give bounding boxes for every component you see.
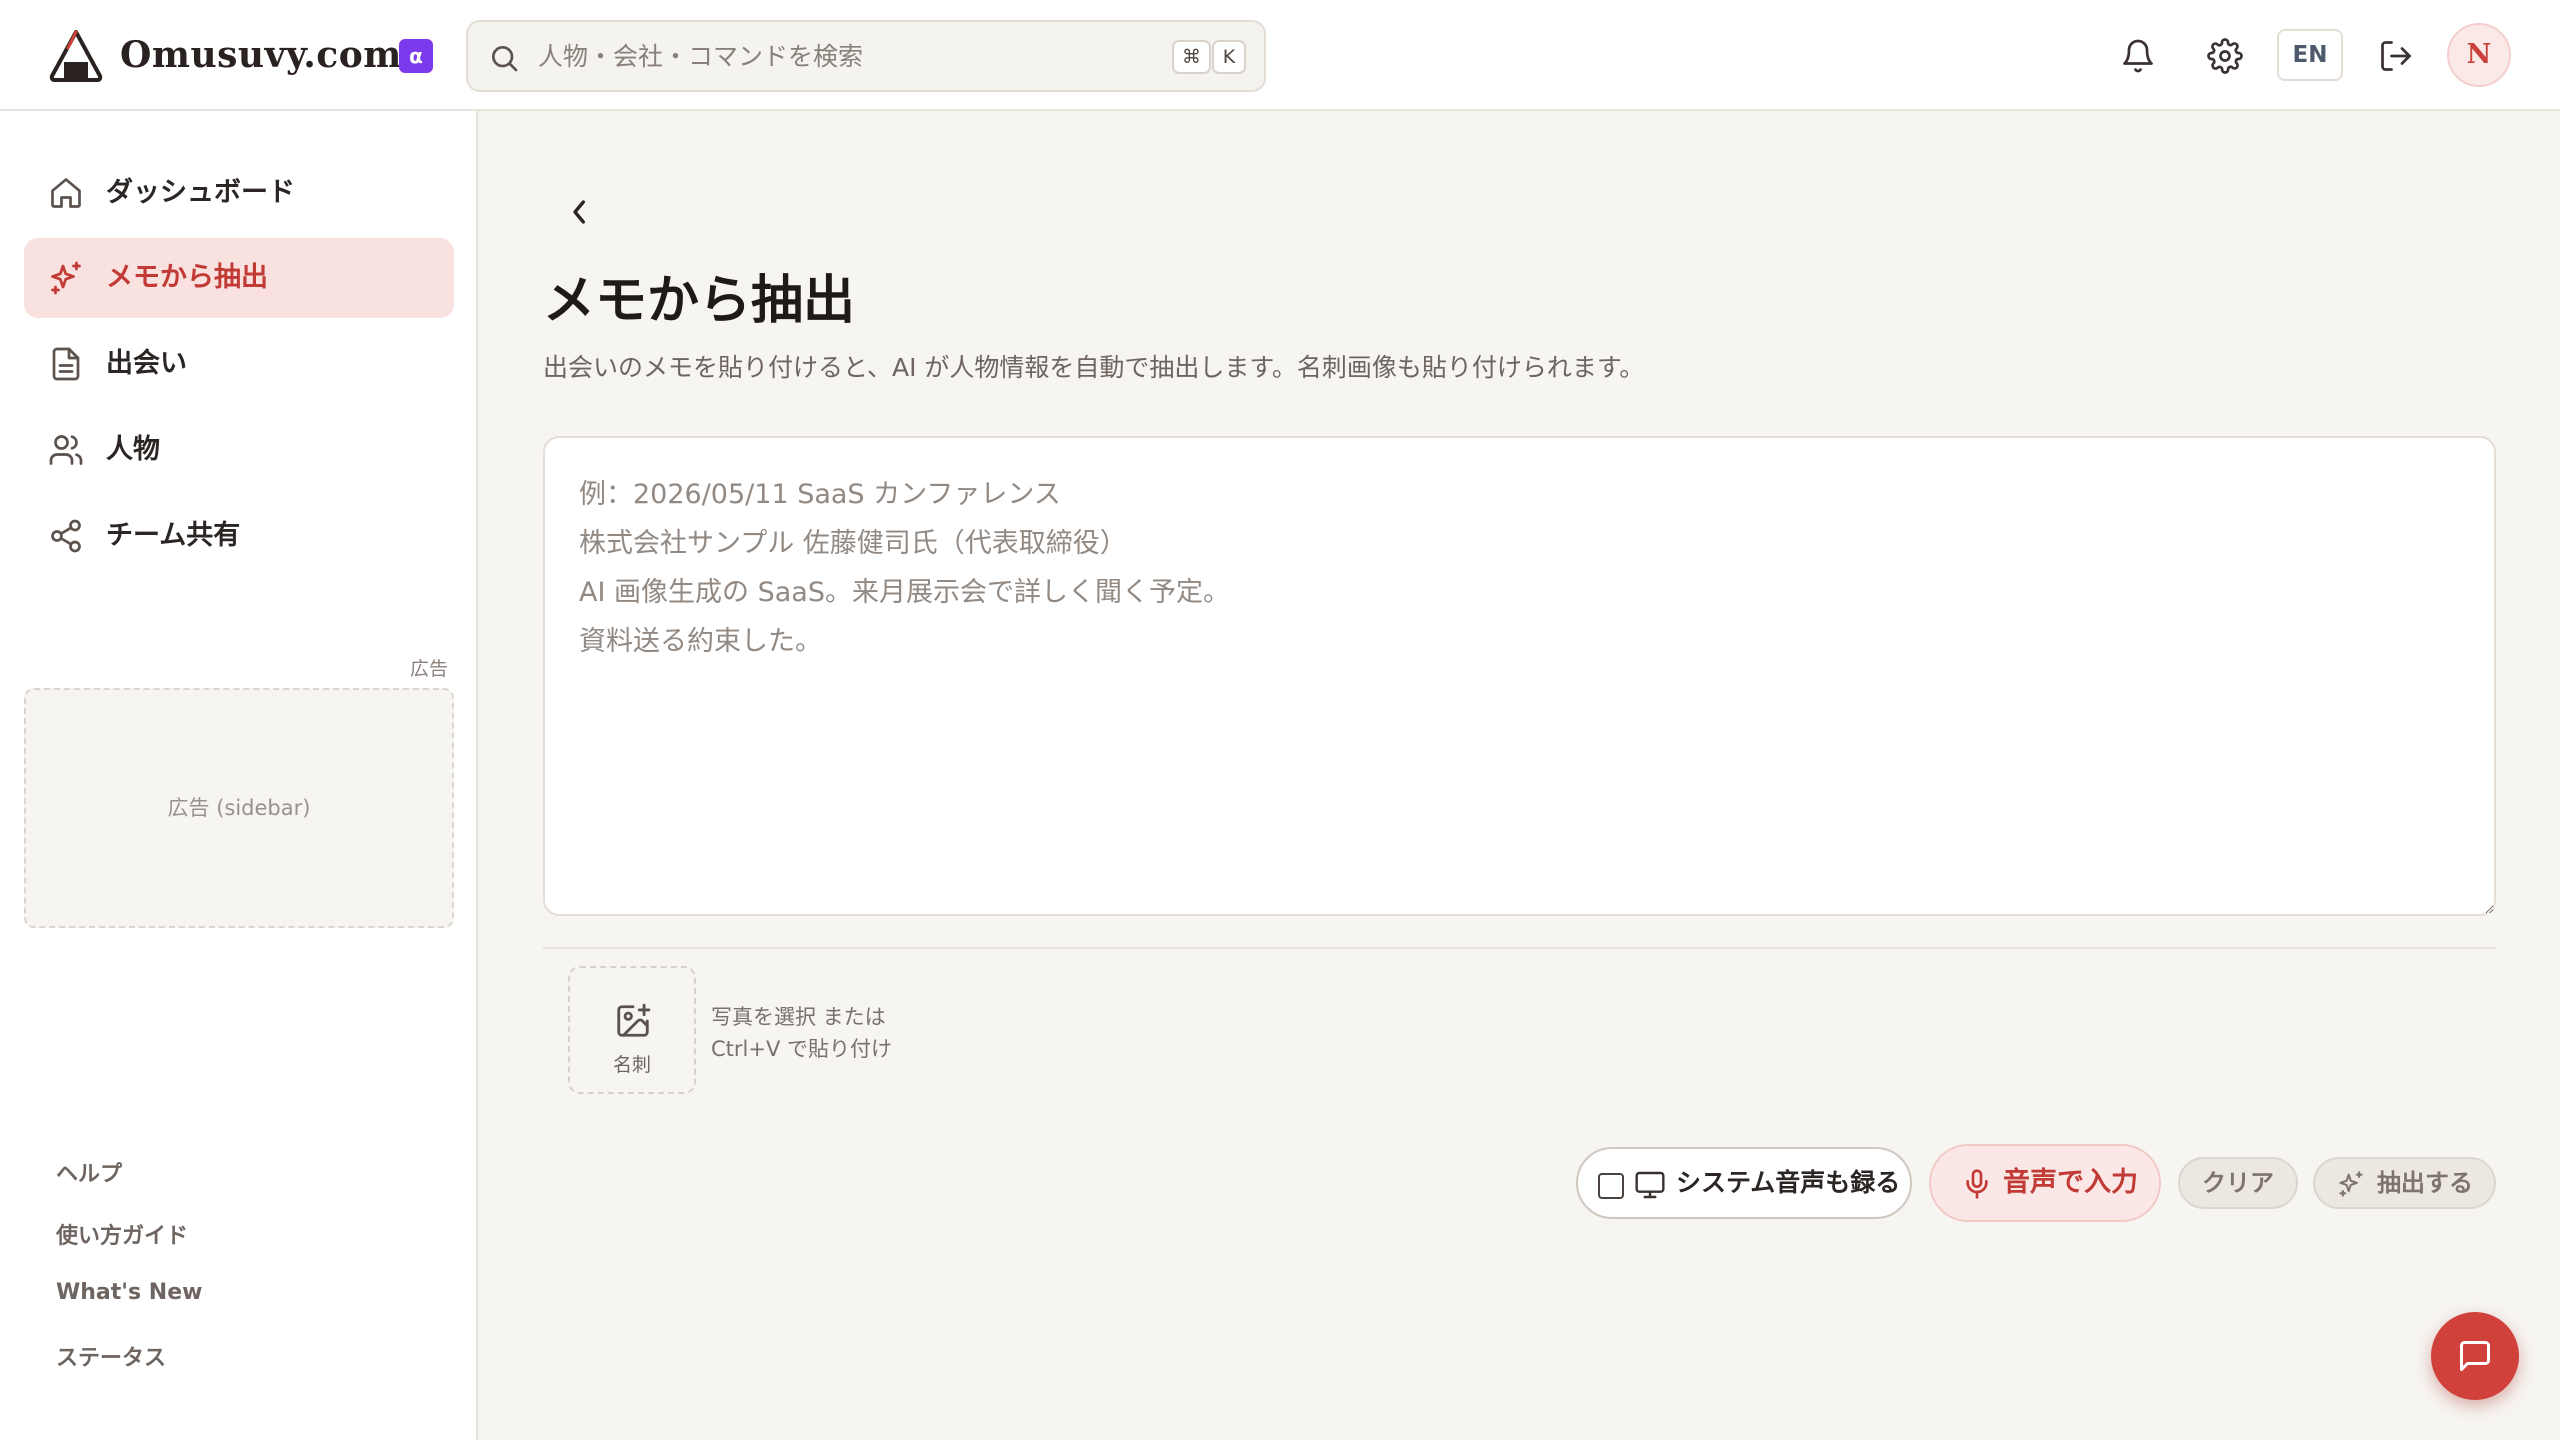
extract-label: 抽出する [2377, 1169, 2473, 1197]
system-audio-checkbox[interactable] [1598, 1173, 1624, 1199]
ad-tag: 広告 [410, 658, 449, 680]
upload-hint: 写真を選択 または [711, 1005, 886, 1029]
clear-button[interactable]: クリア [2178, 1157, 2298, 1209]
paste-hint: Ctrl+V で貼り付け [711, 1037, 893, 1061]
section-divider [543, 947, 2496, 949]
gear-icon [2207, 38, 2243, 74]
brand-name[interactable]: Omusuvy.com [120, 30, 402, 80]
bell-icon [2120, 38, 2156, 74]
user-avatar[interactable]: N [2447, 23, 2511, 87]
sidebar-item-label: メモから抽出 [106, 262, 268, 293]
onigiri-logo-icon[interactable] [48, 28, 104, 84]
help-link[interactable]: ヘルプ [56, 1156, 122, 1188]
document-icon [48, 346, 84, 382]
guide-link[interactable]: 使い方ガイド [56, 1218, 188, 1250]
business-card-upload[interactable]: 名刺 [568, 966, 696, 1094]
language-toggle-button[interactable]: EN [2277, 29, 2343, 81]
sidebar-item-label: 人物 [106, 434, 160, 465]
sidebar: ダッシュボード メモから抽出 出会い 人物 チーム共有 広告 広告 (sideb… [0, 111, 478, 1440]
notifications-button[interactable] [2110, 28, 2166, 84]
ad-placeholder-label: 広告 (sidebar) [167, 796, 311, 820]
settings-button[interactable] [2197, 28, 2253, 84]
voice-input-button[interactable]: 音声で入力 [1929, 1144, 2161, 1222]
sidebar-item-label: ダッシュボード [106, 177, 295, 208]
business-card-label: 名刺 [612, 1054, 651, 1076]
top-header: Omusuvy.com α ⌘ K EN [0, 0, 2560, 111]
logout-icon [2378, 38, 2414, 74]
shortcut-k-key: K [1212, 40, 1246, 74]
sidebar-item-encounters[interactable]: 出会い [24, 324, 454, 404]
search-input[interactable] [538, 34, 1118, 78]
clear-label: クリア [2202, 1169, 2274, 1197]
users-icon [48, 432, 84, 468]
page-description: 出会いのメモを貼り付けると、AI が人物情報を自動で抽出します。名刺画像も貼り付… [543, 353, 1645, 382]
sparkles-icon [2337, 1170, 2365, 1198]
voice-input-label: 音声で入力 [2003, 1167, 2138, 1198]
global-search[interactable]: ⌘ K [466, 20, 1266, 92]
sidebar-item-label: チーム共有 [106, 520, 241, 551]
status-link[interactable]: ステータス [56, 1340, 166, 1372]
sparkles-icon [48, 260, 84, 296]
back-button[interactable] [560, 190, 600, 234]
logout-button[interactable] [2368, 28, 2424, 84]
page-title: メモから抽出 [543, 270, 856, 331]
chevron-left-icon [560, 190, 600, 234]
home-icon [48, 175, 84, 211]
sidebar-item-people[interactable]: 人物 [24, 410, 454, 490]
shortcut-cmd-key: ⌘ [1172, 40, 1211, 74]
chat-support-button[interactable] [2431, 1312, 2519, 1400]
sidebar-item-extract-from-memo[interactable]: メモから抽出 [24, 238, 454, 318]
memo-textarea[interactable] [543, 436, 2496, 916]
whats-new-link[interactable]: What's New [56, 1280, 202, 1305]
system-audio-label: システム音声も録る [1676, 1168, 1901, 1197]
monitor-icon [1634, 1169, 1666, 1201]
search-icon [488, 42, 520, 74]
share-icon [48, 518, 84, 554]
sidebar-item-team-share[interactable]: チーム共有 [24, 496, 454, 576]
sidebar-item-label: 出会い [106, 348, 187, 379]
image-plus-icon [614, 1002, 652, 1040]
sidebar-item-dashboard[interactable]: ダッシュボード [24, 153, 454, 233]
microphone-icon [1961, 1168, 1993, 1200]
alpha-badge: α [399, 39, 433, 73]
system-audio-toggle[interactable]: システム音声も録る [1576, 1147, 1912, 1219]
sidebar-ad-slot[interactable]: 広告 (sidebar) [24, 688, 454, 928]
extract-button[interactable]: 抽出する [2313, 1157, 2496, 1209]
